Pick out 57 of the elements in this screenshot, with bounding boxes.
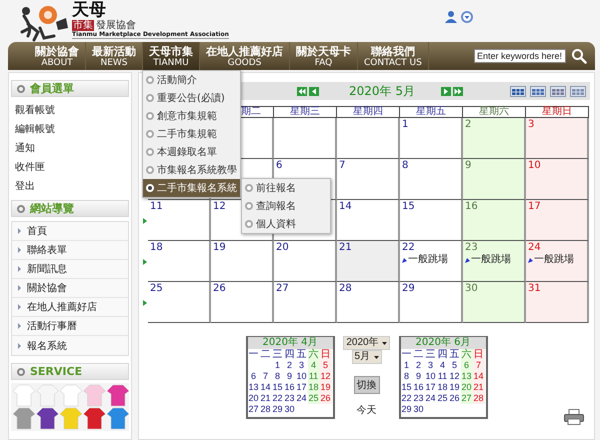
day-number: 3 [528,119,534,131]
weekday-label: 六 [460,349,472,360]
weekday-label: 四 [436,349,448,360]
weekday-label: 日 [472,349,484,360]
section-title: 會員選單 [30,81,74,96]
day-number: 22 [402,242,415,254]
weekday-label: 五 [448,349,460,360]
day-number: 1 [402,119,408,131]
logo-badge: 市集 [72,20,94,31]
day-number: 31 [528,283,541,295]
weekday-label: 六 [308,349,320,360]
mini-calendar-title: 2020年 4月 [248,337,332,349]
weekday-label: 一 [400,349,412,360]
weekday-label: 二 [260,349,272,360]
day-number: 27 [276,283,289,295]
weekday-header: 星期三 [290,107,320,117]
day-number: 20 [276,242,289,254]
day-number: 25 [150,283,163,295]
day-number: 7 [339,160,346,172]
day-number: 8 [402,160,408,172]
logo-subtitle: 發展協會 [96,20,136,31]
day-number: 16 [465,201,478,213]
weekday-header: 星期日 [542,107,572,117]
section-title: SERVICE [30,365,82,378]
day-number: 29 [402,283,415,295]
month-title: 2020年 5月 [349,82,415,100]
day-number: 10 [528,160,541,172]
day-number: 26 [213,283,226,295]
day-number: 2 [465,119,472,131]
weekday-label: 一 [248,349,260,360]
mini-calendar-title: 2020年 6月 [400,337,486,349]
day-number: 12 [213,201,226,213]
weekday-label: 二 [412,349,424,360]
day-number: 14 [339,201,352,213]
day-number: 17 [528,201,541,213]
day-number: 11 [150,201,163,213]
weekday-label: 四 [284,349,296,360]
weekday-header: 期二 [241,107,261,117]
day-number: 24 [528,242,541,254]
day-number: 19 [213,242,226,254]
day-number: 15 [402,201,415,213]
logo-title: 天母 [72,1,107,20]
weekday-label: 三 [424,349,436,360]
weekday-label: 日 [320,349,332,360]
day-number: 30 [465,283,478,295]
day-number: 21 [339,242,352,254]
weekday-header: 星期五 [416,107,446,117]
day-number: 18 [150,242,163,254]
weekday-header: 星期四 [353,107,383,117]
day-number: 6 [276,160,282,172]
day-number: 9 [465,160,472,172]
day-number: 28 [339,283,352,295]
weekday-label: 五 [296,349,308,360]
day-number: 23 [465,242,478,254]
weekday-header: 星期六 [479,107,509,117]
section-title: 網站導覽 [30,201,74,216]
weekday-label: 三 [272,349,284,360]
